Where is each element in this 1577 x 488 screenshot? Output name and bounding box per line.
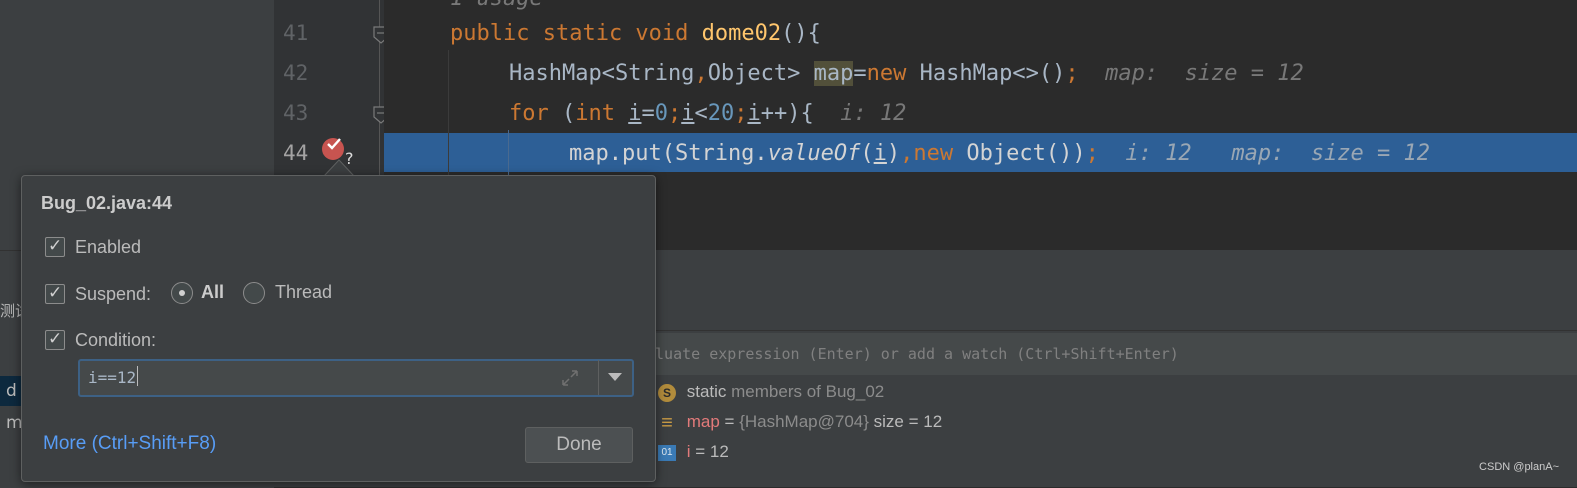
line-number: 43 (283, 101, 309, 125)
popup-title: Bug_02.java:44 (41, 193, 173, 213)
suspend-thread-radio[interactable] (243, 282, 265, 304)
usage-hint: 1 usage (450, 0, 543, 11)
condition-checkbox[interactable] (45, 329, 65, 350)
code-line-42: HashMap<String,Object> map=new HashMap<>… (509, 61, 1304, 86)
line-number: 44 (283, 141, 309, 165)
code-line-43: for (int i=0;i<20;i++){ i: 12 (509, 101, 907, 126)
suspend-all-label: All (201, 282, 225, 302)
condition-label: Condition: (75, 330, 157, 350)
frame-item-label: d (6, 381, 17, 401)
more-link[interactable]: More (Ctrl+Shift+F8) (43, 433, 216, 455)
chevron-down-icon (608, 373, 622, 381)
watermark: CSDN @planA~ (1479, 461, 1559, 473)
expand-icon[interactable] (560, 368, 580, 388)
code-line-41: public static void dome02(){ (450, 21, 821, 46)
condition-history-dropdown[interactable] (598, 360, 632, 395)
line-number: 42 (283, 61, 309, 85)
evaluate-placeholder: aluate expression (Enter) or add a watch… (646, 345, 1179, 363)
enabled-checkbox[interactable] (45, 236, 65, 257)
suspend-thread-label: Thread (275, 282, 333, 302)
evaluate-expression-field[interactable]: aluate expression (Enter) or add a watch… (640, 333, 1577, 375)
suspend-all-radio[interactable] (171, 282, 193, 304)
suspend-checkbox[interactable] (45, 283, 65, 304)
text-cursor (137, 366, 138, 386)
condition-value: i==12 (88, 368, 137, 387)
condition-input[interactable]: i==12 (78, 359, 634, 397)
field-icon: ≡ (661, 411, 673, 434)
line-number: 41 (283, 21, 309, 45)
primitive-icon: 01 (658, 444, 676, 461)
variable-row[interactable]: ≡ map = {HashMap@704} size = 12 (658, 411, 942, 434)
suspend-label: Suspend: (75, 284, 152, 304)
variable-row[interactable]: S static members of Bug_02 (658, 382, 884, 402)
done-button[interactable]: Done (525, 427, 633, 463)
enabled-label: Enabled (75, 237, 142, 257)
variable-row[interactable]: 01 i = 12 (658, 442, 729, 462)
static-members-icon: S (658, 383, 676, 402)
code-line-44: map.put(String.valueOf(i),new Object());… (569, 141, 1431, 166)
